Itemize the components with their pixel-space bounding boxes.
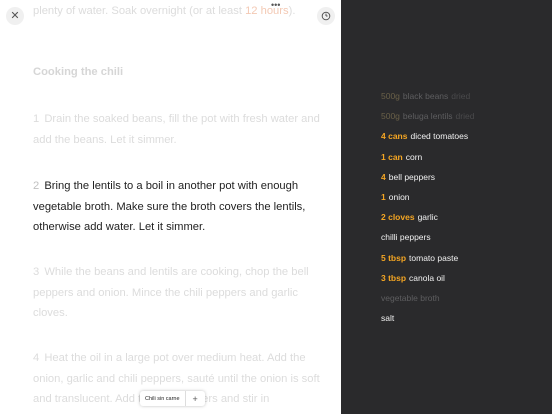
step-number: 3	[33, 266, 40, 278]
ingredients-list: 500g black beans dried 500g beluga lentils d…	[381, 88, 546, 330]
ingredient-item[interactable]: 5 tbsp tomato paste	[381, 250, 546, 270]
timer-button[interactable]	[317, 7, 335, 25]
timer-icon	[321, 11, 331, 21]
close-icon: ✕	[10, 9, 20, 22]
step-text: While the beans and lentils are cooking,…	[33, 266, 309, 319]
ingredient-item[interactable]: 1 onion	[381, 189, 546, 209]
ingredient-item[interactable]: 2 cloves garlic	[381, 209, 546, 229]
recipe-tab-bar: Chili sin carne +	[140, 391, 205, 406]
ingredient-item[interactable]: vegetable broth	[381, 290, 546, 310]
step-2-active[interactable]: 2 Bring the lentils to a boil in another…	[33, 176, 323, 238]
time-highlight[interactable]: 12 hours	[245, 5, 289, 17]
ingredient-item[interactable]: 4 bell peppers	[381, 169, 546, 189]
ingredient-item[interactable]: chilli peppers	[381, 229, 546, 249]
ingredient-item[interactable]: 500g black beans dried	[381, 88, 546, 108]
ingredient-item[interactable]: 1 can corn	[381, 149, 546, 169]
step-3[interactable]: 3 While the beans and lentils are cookin…	[33, 262, 323, 324]
close-button[interactable]: ✕	[6, 7, 24, 25]
step-number: 2	[33, 180, 40, 192]
step-text: Bring the lentils to a boil in another p…	[33, 180, 306, 233]
instructions-panel[interactable]: plenty of water. Soak overnight (or at l…	[0, 0, 341, 414]
more-options-icon[interactable]: •••	[271, 1, 280, 10]
ingredient-item[interactable]: 4 cans diced tomatoes	[381, 128, 546, 148]
section-heading: Cooking the chili	[33, 66, 124, 78]
add-tab-button[interactable]: +	[186, 391, 205, 406]
step-text: Drain the soaked beans, fill the pot wit…	[33, 113, 320, 146]
ingredient-item[interactable]: 3 tbsp canola oil	[381, 270, 546, 290]
step-number: 4	[33, 352, 40, 364]
ingredient-item[interactable]: 500g beluga lentils dried	[381, 108, 546, 128]
tab-chili-sin-carne[interactable]: Chili sin carne	[140, 391, 186, 406]
step-number: 1	[33, 113, 40, 125]
step-1[interactable]: 1 Drain the soaked beans, fill the pot w…	[33, 109, 323, 150]
ingredient-item[interactable]: salt	[381, 310, 546, 330]
